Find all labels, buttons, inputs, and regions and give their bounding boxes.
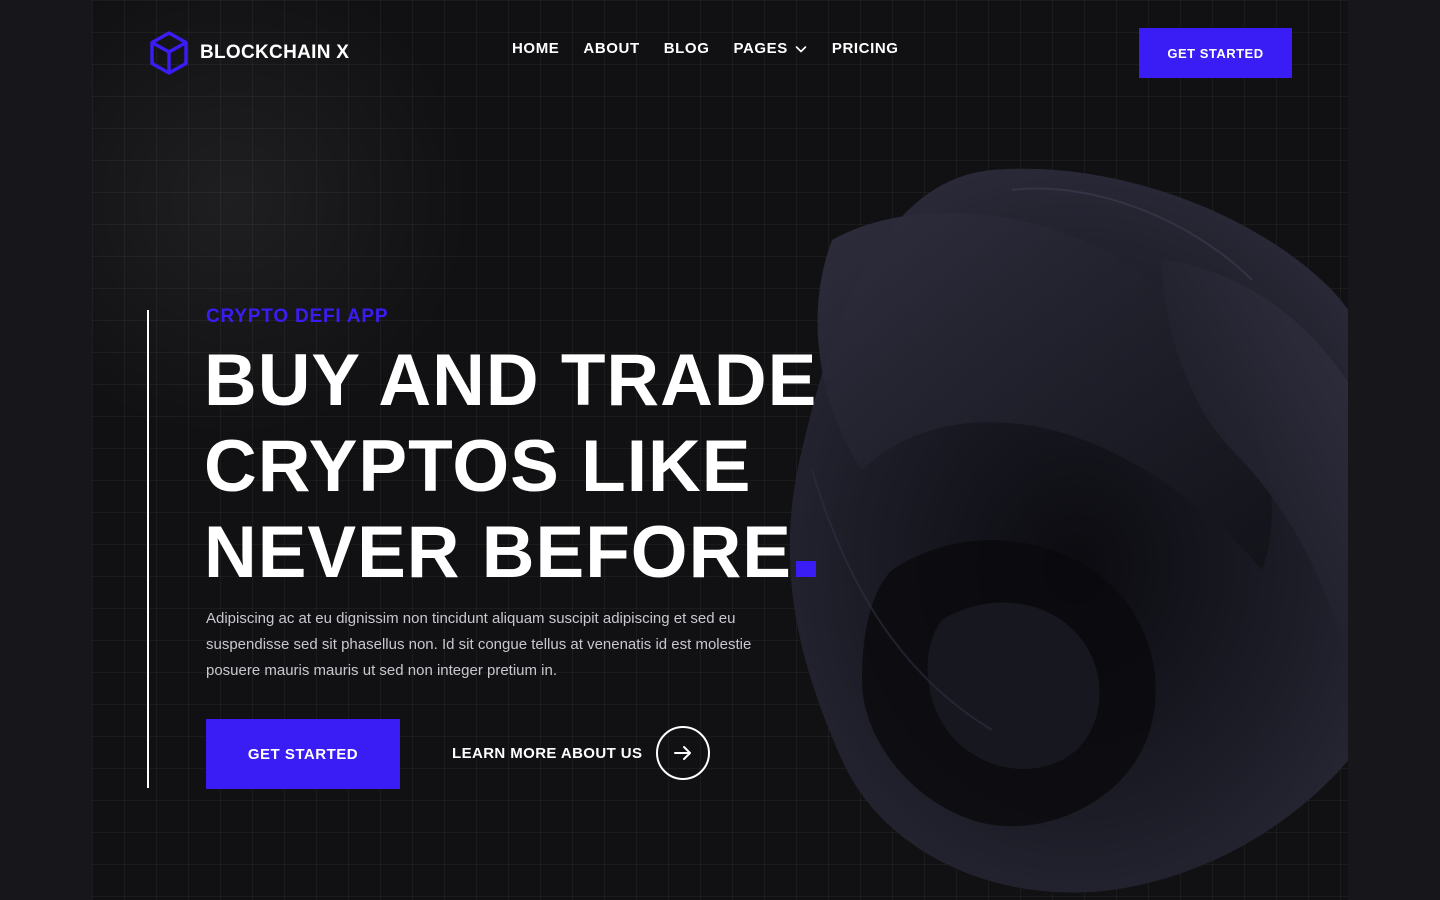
hero-headline: BUY AND TRADE CRYPTOS LIKE NEVER BEFORE — [204, 338, 817, 596]
page-frame: BLOCKCHAIN X HOME ABOUT BLOG PAGES PRICI… — [92, 0, 1348, 900]
learn-more-link[interactable]: LEARN MORE ABOUT US — [452, 726, 711, 780]
headline-accent-dot — [795, 561, 816, 577]
brand-name: BLOCKCHAIN X — [200, 42, 350, 63]
hero-description: Adipiscing ac at eu dignissim non tincid… — [206, 610, 752, 679]
main-nav: HOME ABOUT BLOG PAGES PRICING — [512, 40, 899, 57]
brand-logo[interactable]: BLOCKCHAIN X — [148, 30, 349, 76]
nav-item-pricing[interactable]: PRICING — [832, 40, 899, 57]
learn-more-label: LEARN MORE ABOUT US — [452, 744, 643, 762]
headline-line-3: NEVER BEFORE — [204, 512, 792, 593]
nav-item-pages[interactable]: PAGES — [733, 40, 807, 57]
cube-logo-icon — [150, 31, 188, 75]
hero-eyebrow: CRYPTO DEFI APP — [206, 306, 389, 327]
headline-line-1: BUY AND TRADE — [204, 340, 818, 421]
arrow-circle-button[interactable] — [656, 726, 711, 780]
nav-item-home[interactable]: HOME — [512, 40, 559, 57]
site-header: BLOCKCHAIN X HOME ABOUT BLOG PAGES PRICI… — [92, 0, 1348, 106]
nav-item-pages-label: PAGES — [733, 40, 788, 57]
nav-item-blog[interactable]: BLOG — [664, 40, 710, 57]
arrow-right-icon — [674, 746, 692, 760]
chevron-down-icon — [795, 45, 807, 52]
headline-line-3-wrap: NEVER BEFORE — [204, 510, 817, 596]
hero-vertical-rule — [147, 310, 149, 788]
headline-line-2: CRYPTOS LIKE — [204, 426, 752, 507]
nav-item-about[interactable]: ABOUT — [583, 40, 639, 57]
hero-get-started-button[interactable]: GET STARTED — [206, 719, 400, 789]
header-get-started-button[interactable]: GET STARTED — [1139, 28, 1292, 78]
